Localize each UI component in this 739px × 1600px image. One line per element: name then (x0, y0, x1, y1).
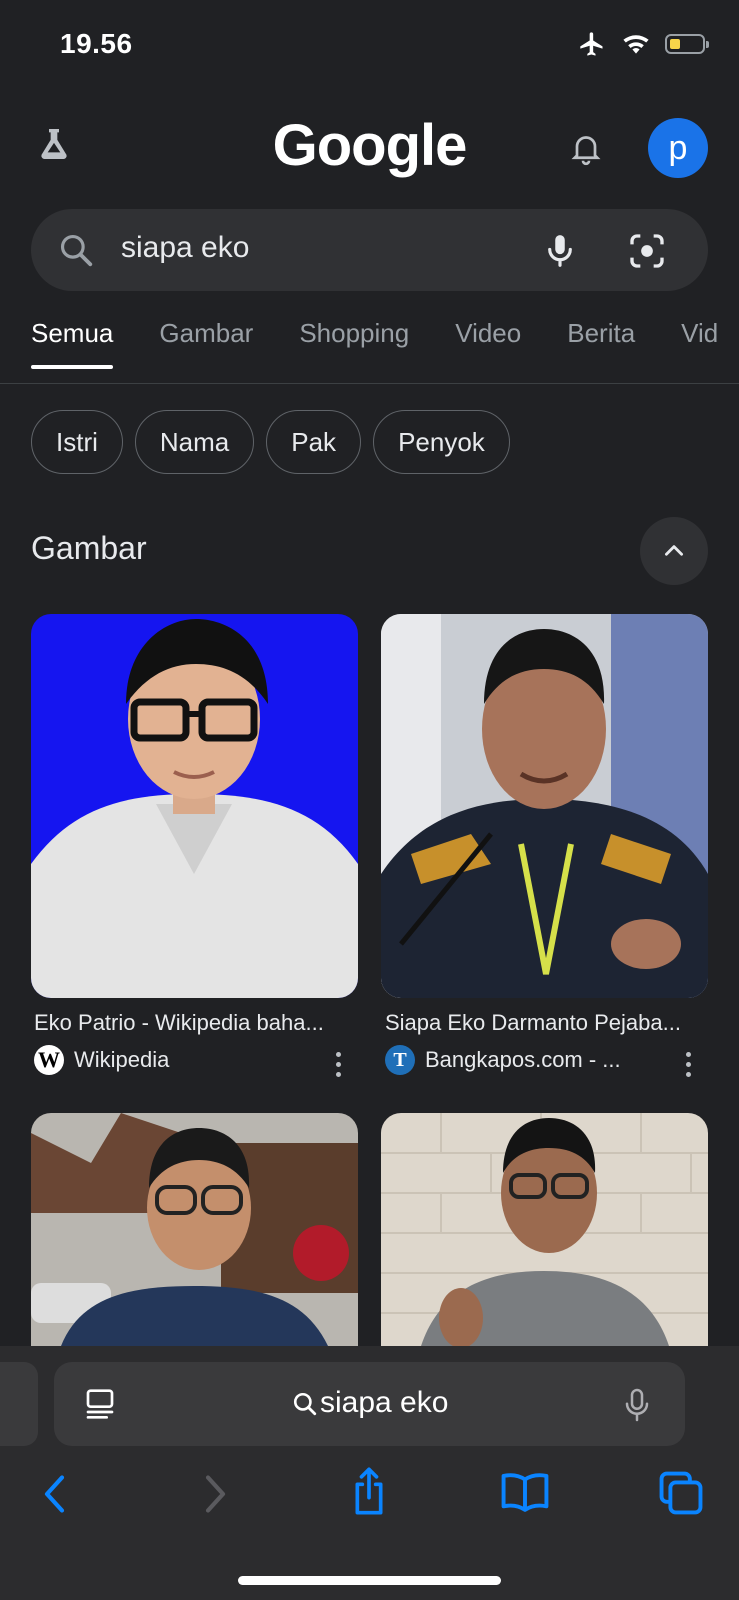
tab-partial[interactable]: Vid (681, 318, 718, 349)
search-tabs: Semua Gambar Shopping Video Berita Vid (31, 318, 718, 369)
image-result-1-title[interactable]: Eko Patrio - Wikipedia baha... (34, 1010, 324, 1036)
bangkapos-icon: T (385, 1045, 415, 1075)
chevron-up-icon (665, 545, 683, 556)
google-lens-icon[interactable] (627, 231, 667, 271)
image-result-1[interactable] (31, 614, 358, 998)
search-bar[interactable]: siapa eko (31, 209, 708, 291)
wikipedia-icon: W (34, 1045, 64, 1075)
chip-penyok[interactable]: Penyok (373, 410, 510, 474)
image-result-2-source[interactable]: T Bangkapos.com - ... (385, 1045, 621, 1075)
refinement-chips: Istri Nama Pak Penyok (31, 410, 510, 474)
battery-icon (665, 34, 709, 54)
tab-video[interactable]: Video (455, 318, 521, 349)
portrait-image (381, 614, 708, 998)
bookmarks-book-icon[interactable] (500, 1470, 550, 1514)
home-indicator[interactable] (238, 1576, 501, 1585)
search-query-text[interactable]: siapa eko (121, 231, 249, 265)
tabs-overview-icon[interactable] (658, 1470, 704, 1516)
portrait-image (31, 1113, 358, 1346)
image-result-1-source[interactable]: W Wikipedia (34, 1045, 169, 1075)
tab-shopping[interactable]: Shopping (299, 318, 409, 349)
chip-istri[interactable]: Istri (31, 410, 123, 474)
image-result-3[interactable] (31, 1113, 358, 1346)
image-result-2-title[interactable]: Siapa Eko Darmanto Pejaba... (385, 1010, 681, 1036)
chip-pak[interactable]: Pak (266, 410, 362, 474)
tab-gambar[interactable]: Gambar (159, 318, 253, 349)
image-result-1-more-icon[interactable] (336, 1052, 342, 1077)
voice-search-mic-icon[interactable] (622, 1386, 652, 1424)
airplane-icon (580, 32, 603, 56)
search-icon (60, 234, 93, 267)
page-menu-icon[interactable] (84, 1386, 116, 1422)
google-logo[interactable]: Google (0, 112, 739, 179)
forward-arrow-icon[interactable] (196, 1472, 232, 1516)
share-icon[interactable] (348, 1466, 390, 1516)
address-bar[interactable]: siapa eko (54, 1362, 685, 1446)
tabs-divider (0, 383, 739, 384)
image-result-2[interactable] (381, 614, 708, 998)
portrait-image (31, 619, 358, 998)
search-icon (293, 1392, 317, 1416)
portrait-image (381, 1113, 708, 1346)
tab-berita[interactable]: Berita (567, 318, 635, 349)
tab-semua[interactable]: Semua (31, 318, 114, 369)
wifi-icon (623, 35, 649, 54)
image-result-2-source-name: Bangkapos.com - ... (425, 1047, 621, 1072)
collapse-section-button[interactable] (640, 517, 708, 585)
image-result-1-source-name: Wikipedia (74, 1047, 170, 1072)
status-time: 19.56 (60, 28, 133, 59)
chip-nama[interactable]: Nama (134, 410, 255, 474)
notifications-bell-icon[interactable] (568, 128, 604, 168)
images-section-title: Gambar (31, 530, 147, 566)
address-bar-text[interactable]: siapa eko (320, 1386, 448, 1420)
status-icons (577, 30, 709, 58)
previous-tab-preview[interactable] (0, 1362, 38, 1446)
voice-search-mic-icon[interactable] (541, 231, 579, 271)
image-result-4[interactable] (381, 1113, 708, 1346)
account-avatar[interactable]: p (648, 118, 708, 178)
image-result-2-more-icon[interactable] (686, 1052, 692, 1077)
back-arrow-icon[interactable] (38, 1472, 74, 1516)
